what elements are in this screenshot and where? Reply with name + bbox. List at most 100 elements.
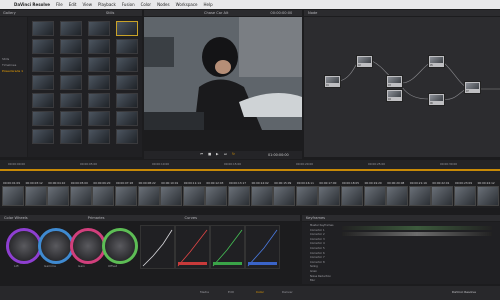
tab-curves[interactable]: Curves	[185, 216, 197, 220]
still-thumb[interactable]	[60, 93, 82, 108]
timeline-clip[interactable]	[137, 186, 160, 206]
node-07[interactable]: 07	[464, 81, 481, 94]
still-thumb[interactable]	[116, 57, 138, 72]
still-thumb[interactable]	[116, 21, 138, 36]
keyframe-row[interactable]: Corrector 5	[310, 247, 325, 250]
menu-color[interactable]: Color	[141, 2, 151, 7]
node-01[interactable]: 01	[324, 75, 341, 88]
timeline-clip[interactable]	[295, 186, 318, 206]
keyframe-row[interactable]: Corrector 2	[310, 233, 325, 236]
timeline-clip[interactable]	[160, 186, 183, 206]
still-thumb[interactable]	[88, 21, 110, 36]
menu-help[interactable]: Help	[203, 2, 212, 7]
keyframe-row[interactable]: Noise Reduction	[310, 275, 331, 278]
green-curve[interactable]	[210, 225, 245, 269]
timeline-clip[interactable]	[182, 186, 205, 206]
red-curve[interactable]	[175, 225, 210, 269]
timeline-clip[interactable]	[363, 186, 386, 206]
still-thumb[interactable]	[88, 39, 110, 54]
node-02[interactable]: 02	[356, 55, 373, 68]
deliver-tab[interactable]: Deliver	[282, 290, 293, 294]
lift-wheel[interactable]	[6, 228, 42, 264]
timeline-clip[interactable]	[318, 186, 341, 206]
menu-file[interactable]: File	[56, 2, 63, 7]
keyframe-row[interactable]: Grain	[310, 270, 317, 273]
still-thumb[interactable]	[88, 93, 110, 108]
menu-nodes[interactable]: Nodes	[157, 2, 170, 7]
still-thumb[interactable]	[32, 39, 54, 54]
keyframe-row[interactable]: Corrector 1	[310, 229, 325, 232]
still-thumb[interactable]	[32, 111, 54, 126]
timeline-clip[interactable]	[47, 186, 70, 206]
menu-workspace[interactable]: Workspace	[176, 2, 198, 7]
still-thumb[interactable]	[32, 75, 54, 90]
offset-wheel[interactable]	[102, 228, 138, 264]
still-thumb[interactable]	[60, 39, 82, 54]
media-tab[interactable]: Media	[200, 290, 209, 294]
menu-view[interactable]: View	[82, 2, 92, 7]
node-06[interactable]: 06	[428, 93, 445, 106]
keyframe-row[interactable]: Blur	[310, 279, 315, 282]
still-thumb[interactable]	[88, 129, 110, 144]
viewer[interactable]	[144, 17, 302, 130]
keyframe-row[interactable]: Sizing	[310, 265, 318, 268]
still-thumb[interactable]	[32, 93, 54, 108]
timeline-clip[interactable]	[386, 186, 409, 206]
blue-curve[interactable]	[245, 225, 280, 269]
timeline-ruler[interactable]: 00:00:00:00 00:00:05:00 00:00:10:00 00:0…	[0, 160, 500, 180]
still-thumb[interactable]	[60, 129, 82, 144]
prev-frame-icon[interactable]: ⏮	[200, 152, 203, 156]
still-thumb[interactable]	[32, 129, 54, 144]
luminance-curve[interactable]	[140, 225, 175, 269]
timeline-clip[interactable]	[250, 186, 273, 206]
still-thumb[interactable]	[60, 21, 82, 36]
timeline-clip[interactable]	[115, 186, 137, 206]
timeline-clip[interactable]	[408, 186, 431, 206]
timeline-clip[interactable]	[454, 186, 476, 206]
menu-fusion[interactable]: Fusion	[122, 2, 135, 7]
timeline-clip[interactable]	[341, 186, 363, 206]
still-thumb[interactable]	[60, 111, 82, 126]
timeline-clip[interactable]	[228, 186, 250, 206]
timeline-clip[interactable]	[273, 186, 296, 206]
node-04[interactable]: 04	[386, 89, 403, 102]
still-thumb[interactable]	[116, 93, 138, 108]
loop-icon[interactable]: ↻	[232, 152, 235, 156]
edit-tab[interactable]: Edit	[228, 290, 234, 294]
still-thumb[interactable]	[116, 111, 138, 126]
tab-keyframes[interactable]: Keyframes	[306, 216, 325, 220]
timeline-clip[interactable]	[2, 186, 24, 206]
color-tab[interactable]: Color	[256, 290, 264, 294]
still-thumb[interactable]	[32, 57, 54, 72]
still-thumb[interactable]	[88, 57, 110, 72]
node-03[interactable]: 03	[386, 75, 403, 88]
keyframe-row[interactable]: Corrector 4	[310, 242, 325, 245]
still-thumb[interactable]	[116, 75, 138, 90]
tab-color-wheels[interactable]: Color Wheels	[4, 216, 28, 220]
still-thumb[interactable]	[60, 75, 82, 90]
app-menu[interactable]: DaVinci Resolve	[14, 2, 50, 7]
album-stills[interactable]: Stills	[2, 57, 9, 61]
timeline-clip[interactable]	[476, 186, 499, 206]
still-thumb[interactable]	[116, 129, 138, 144]
menu-edit[interactable]: Edit	[69, 2, 77, 7]
album-powergrade[interactable]: PowerGrade 1	[2, 69, 23, 73]
play-icon[interactable]: ▶	[216, 152, 219, 156]
keyframe-row[interactable]: Corrector 7	[310, 256, 325, 259]
node-05[interactable]: 05	[428, 55, 445, 68]
gamma-wheel[interactable]	[38, 228, 74, 264]
album-timelines[interactable]: Timelines	[2, 63, 16, 67]
keyframe-row[interactable]: Corrector 6	[310, 252, 325, 255]
node-editor[interactable]: 01 02 03 04 05 06 07	[304, 17, 500, 157]
timeline-clip[interactable]	[205, 186, 228, 206]
next-frame-icon[interactable]: ⏭	[224, 152, 227, 156]
gain-wheel[interactable]	[70, 228, 106, 264]
timeline-clip[interactable]	[24, 186, 47, 206]
keyframe-row[interactable]: Master Keyframes	[310, 224, 333, 227]
menu-playback[interactable]: Playback	[98, 2, 116, 7]
still-thumb[interactable]	[88, 75, 110, 90]
keyframe-row[interactable]: Corrector 8	[310, 261, 325, 264]
timeline-clip[interactable]	[92, 186, 115, 206]
still-thumb[interactable]	[32, 21, 54, 36]
stop-icon[interactable]: ■	[208, 152, 211, 156]
